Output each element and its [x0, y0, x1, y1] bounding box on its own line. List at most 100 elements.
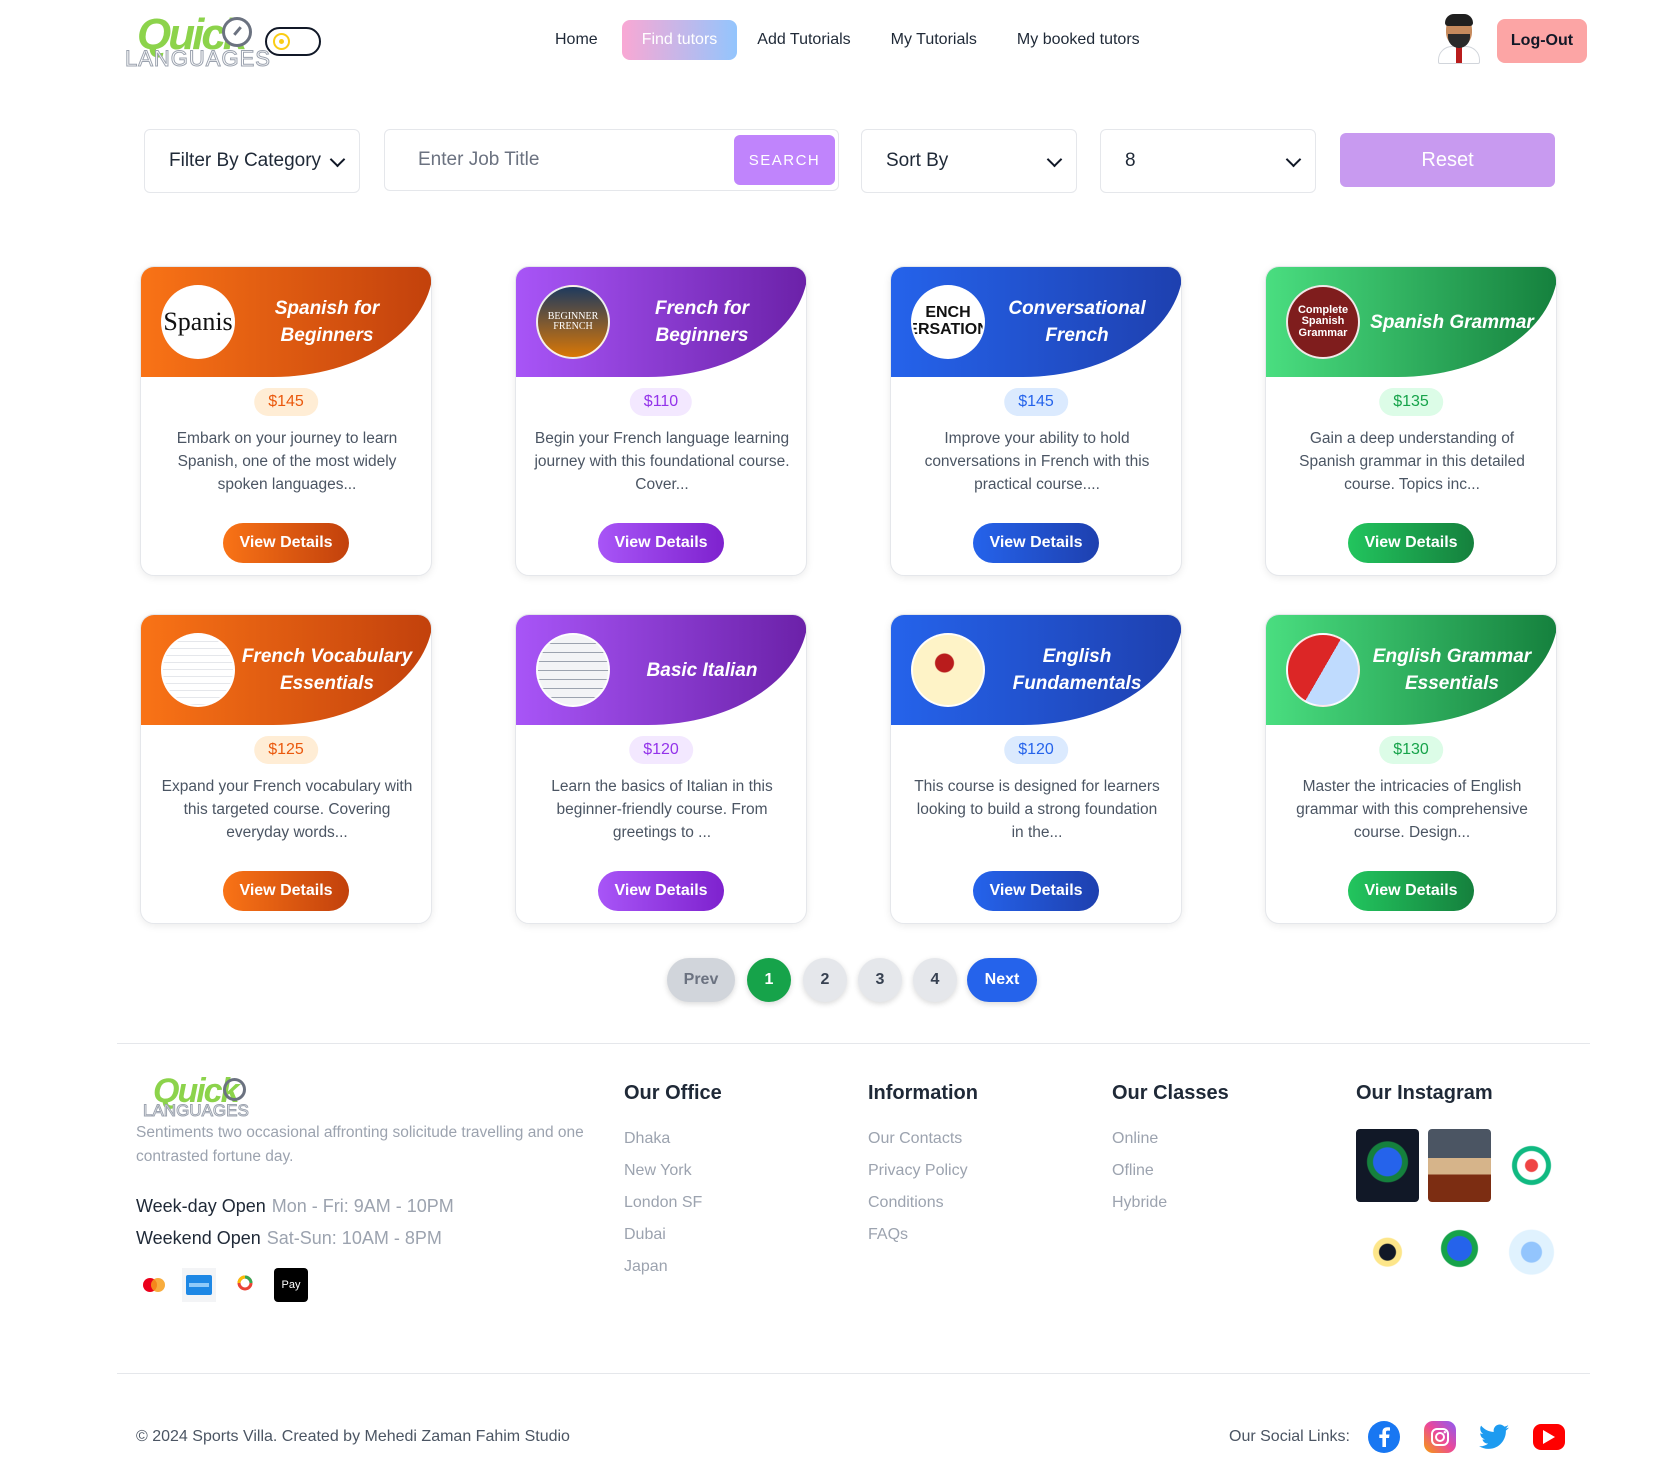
- site-logo[interactable]: Quick LANGUAGES: [117, 8, 271, 72]
- weekend-hours: Weekend Open Sat-Sun: 10AM - 8PM: [136, 1228, 442, 1249]
- course-title: Conversational French: [1008, 298, 1146, 346]
- nav-find-tutors[interactable]: Find tutors: [621, 20, 738, 60]
- info-link[interactable]: Privacy Policy: [868, 1155, 978, 1187]
- facebook-icon[interactable]: [1368, 1421, 1400, 1453]
- price-badge: $110: [629, 388, 693, 416]
- page-button-1[interactable]: 1: [747, 958, 791, 1002]
- nav-my-tutorials[interactable]: My Tutorials: [871, 20, 997, 60]
- theme-toggle[interactable]: [265, 27, 321, 56]
- course-card: English Fundamentals $120 This course is…: [890, 614, 1182, 924]
- navbar: Quick LANGUAGES Home Find tutors Add Tut…: [117, 0, 1590, 84]
- nav-home[interactable]: Home: [535, 20, 618, 60]
- weekend-value: Sat-Sun: 10AM - 8PM: [266, 1228, 442, 1248]
- instagram-photo[interactable]: [1428, 1212, 1491, 1285]
- prev-page-button[interactable]: Prev: [667, 958, 735, 1002]
- price-badge: $120: [629, 736, 693, 764]
- per-page-select[interactable]: 8: [1100, 129, 1316, 193]
- reset-button[interactable]: Reset: [1340, 133, 1555, 187]
- clock-icon: [223, 1078, 246, 1101]
- view-details-button[interactable]: View Details: [973, 523, 1099, 563]
- course-card: Basic Italian $120 Learn the basics of I…: [515, 614, 807, 924]
- youtube-icon[interactable]: [1533, 1424, 1565, 1450]
- price-badge: $130: [1379, 736, 1443, 764]
- logout-button[interactable]: Log-Out: [1497, 19, 1587, 63]
- course-title: English Grammar Essentials: [1372, 646, 1532, 694]
- sort-select[interactable]: Sort By: [861, 129, 1077, 193]
- footer-classes: Our Classes Online Ofline Hybride: [1112, 1082, 1229, 1219]
- course-description: Begin your French language learning jour…: [534, 430, 790, 493]
- course-description: This course is designed for learners loo…: [914, 778, 1160, 841]
- course-card: English Grammar Essentials $130 Master t…: [1265, 614, 1557, 924]
- class-link[interactable]: Ofline: [1112, 1155, 1229, 1187]
- view-details-button[interactable]: View Details: [598, 523, 724, 563]
- page-button-2[interactable]: 2: [803, 958, 847, 1002]
- category-select-label: Filter By Category: [169, 150, 322, 171]
- price-badge: $120: [1004, 736, 1068, 764]
- search-button[interactable]: SEARCH: [734, 135, 835, 185]
- apple-pay-text: Pay: [281, 1279, 301, 1291]
- footer-tagline: Sentiments two occasional affronting sol…: [136, 1124, 584, 1165]
- footer-classes-title: Our Classes: [1112, 1082, 1229, 1104]
- footer-instagram: Our Instagram: [1356, 1082, 1493, 1123]
- course-description: Gain a deep understanding of Spanish gra…: [1299, 430, 1525, 493]
- instagram-photo[interactable]: [1356, 1212, 1419, 1285]
- course-title: French for Beginners: [655, 298, 749, 346]
- thumb-text: BEGINNER FRENCH: [547, 310, 599, 332]
- view-details-button[interactable]: View Details: [223, 871, 349, 911]
- office-link[interactable]: London SF: [624, 1187, 722, 1219]
- instagram-photo[interactable]: [1356, 1129, 1419, 1202]
- footer-information: Information Our Contacts Privacy Policy …: [868, 1082, 978, 1251]
- twitter-icon[interactable]: [1478, 1421, 1510, 1453]
- office-link[interactable]: Dubai: [624, 1219, 722, 1251]
- chevron-down-icon: [329, 151, 346, 168]
- view-details-button[interactable]: View Details: [1348, 871, 1474, 911]
- info-link[interactable]: FAQs: [868, 1219, 978, 1251]
- weekend-label: Weekend Open: [136, 1228, 261, 1248]
- footer-office: Our Office Dhaka New York London SF Duba…: [624, 1082, 722, 1283]
- nav-my-booked-tutors[interactable]: My booked tutors: [997, 20, 1160, 60]
- view-details-button[interactable]: View Details: [1348, 523, 1474, 563]
- class-link[interactable]: Hybride: [1112, 1187, 1229, 1219]
- footer-information-title: Information: [868, 1082, 978, 1104]
- course-card: Spanis Spanish for Beginners $145 Embark…: [140, 266, 432, 576]
- office-link[interactable]: Japan: [624, 1251, 722, 1283]
- avatar-tie: [1456, 47, 1462, 63]
- user-avatar[interactable]: [1438, 14, 1480, 64]
- search-input[interactable]: [385, 130, 730, 190]
- view-details-button[interactable]: View Details: [973, 871, 1099, 911]
- course-card: BEGINNER FRENCH French for Beginners $11…: [515, 266, 807, 576]
- office-link[interactable]: Dhaka: [624, 1123, 722, 1155]
- footer-instagram-title: Our Instagram: [1356, 1082, 1493, 1104]
- instagram-photo[interactable]: [1428, 1129, 1491, 1202]
- category-select[interactable]: Filter By Category: [144, 129, 360, 193]
- instagram-photo[interactable]: [1500, 1212, 1563, 1285]
- footer-bottom-divider: [117, 1373, 1590, 1374]
- nav-add-tutorials[interactable]: Add Tutorials: [737, 20, 870, 60]
- chevron-down-icon: [1285, 151, 1302, 168]
- instagram-photo[interactable]: [1500, 1129, 1563, 1202]
- copyright-text: © 2024 Sports Villa. Created by Mehedi Z…: [136, 1428, 570, 1445]
- sort-select-label: Sort By: [886, 150, 949, 171]
- course-title: French Vocabulary Essentials: [241, 646, 413, 694]
- view-details-button[interactable]: View Details: [598, 871, 724, 911]
- thumb-text: ENCH ERSATION: [911, 304, 985, 338]
- amex-icon: [182, 1268, 216, 1302]
- course-title: Spanish Grammar: [1370, 311, 1534, 333]
- page-button-4[interactable]: 4: [913, 958, 957, 1002]
- footer-logo[interactable]: Quick LANGUAGES: [137, 1070, 257, 1122]
- course-thumbnail: [911, 633, 985, 707]
- google-pay-icon: [228, 1268, 262, 1302]
- info-link[interactable]: Conditions: [868, 1187, 978, 1219]
- class-link[interactable]: Online: [1112, 1123, 1229, 1155]
- main-nav: Home Find tutors Add Tutorials My Tutori…: [535, 20, 1160, 60]
- office-link[interactable]: New York: [624, 1155, 722, 1187]
- page-button-3[interactable]: 3: [858, 958, 902, 1002]
- course-title: Spanish for Beginners: [274, 298, 380, 346]
- instagram-icon[interactable]: [1424, 1421, 1456, 1453]
- view-details-button[interactable]: View Details: [223, 523, 349, 563]
- price-badge: $135: [1379, 388, 1443, 416]
- course-title: English Fundamentals: [1012, 646, 1142, 694]
- next-page-button[interactable]: Next: [967, 958, 1037, 1002]
- info-link[interactable]: Our Contacts: [868, 1123, 978, 1155]
- footer-office-title: Our Office: [624, 1082, 722, 1104]
